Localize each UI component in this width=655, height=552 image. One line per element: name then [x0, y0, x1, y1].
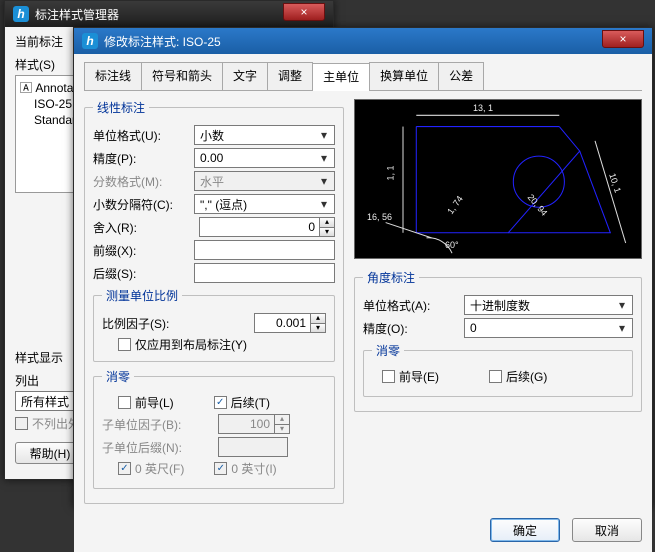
ok-button[interactable]: 确定 — [490, 518, 560, 542]
decimal-sep-select[interactable]: "," (逗点)▾ — [194, 194, 335, 214]
angle-format-label: 单位格式(A): — [363, 297, 458, 314]
suffix-input[interactable] — [194, 263, 335, 283]
sub-suffix-input — [218, 437, 288, 457]
dim-left: 1, 1 — [386, 165, 396, 180]
prefix-input[interactable] — [194, 240, 335, 260]
angle-format-select[interactable]: 十进制度数▾ — [464, 295, 633, 315]
unit-format-label: 单位格式(U): — [93, 127, 188, 144]
dim-top: 13, 1 — [473, 103, 493, 113]
prefix-label: 前缀(X): — [93, 242, 188, 259]
decimal-sep-label: 小数分隔符(C): — [93, 196, 188, 213]
tab-text[interactable]: 文字 — [222, 62, 268, 90]
tab-alternate-units[interactable]: 换算单位 — [369, 62, 439, 90]
dim-radius: 16, 56 — [367, 212, 392, 222]
parent-close-icon[interactable]: × — [283, 3, 325, 21]
suffix-label: 后缀(S): — [93, 265, 188, 282]
close-button[interactable]: × — [602, 30, 644, 48]
parent-title: 标注样式管理器 — [35, 6, 283, 23]
round-label: 舍入(R): — [93, 219, 188, 236]
inches-checkbox: 0 英寸(I) — [214, 460, 276, 477]
scale-factor-spinner[interactable]: 0.001▴▾ — [254, 313, 326, 333]
zero-linear-group: 消零 前导(L) 后续(T) 子单位因子(B): 100▴▾ 子单位后缀(N):… — [93, 368, 335, 489]
angle-trailing-checkbox[interactable]: 后续(G) — [489, 368, 547, 385]
zero-angle-group: 消零 前导(E) 后续(G) — [363, 342, 633, 397]
layout-only-checkbox[interactable]: 仅应用到布局标注(Y) — [118, 336, 326, 353]
tab-primary-units[interactable]: 主单位 — [312, 63, 370, 91]
precision-select[interactable]: 0.00▾ — [194, 148, 335, 168]
tab-fit[interactable]: 调整 — [267, 62, 313, 90]
tab-tolerances[interactable]: 公差 — [438, 62, 484, 90]
app-icon: h — [13, 6, 29, 22]
leading-checkbox[interactable]: 前导(L) — [118, 394, 174, 411]
app-icon: h — [82, 33, 98, 49]
zero-angle-legend: 消零 — [372, 342, 404, 359]
linear-legend: 线性标注 — [93, 99, 149, 116]
precision-label: 精度(P): — [93, 150, 188, 167]
sub-suffix-label: 子单位后缀(N): — [102, 439, 212, 456]
unit-format-select[interactable]: 小数▾ — [194, 125, 335, 145]
scale-factor-label: 比例因子(S): — [102, 315, 212, 332]
chevron-down-icon: ▾ — [317, 151, 331, 165]
cancel-button[interactable]: 取消 — [572, 518, 642, 542]
fraction-format-label: 分数格式(M): — [93, 173, 188, 190]
trailing-checkbox[interactable]: 后续(T) — [214, 394, 270, 411]
scale-group: 测量单位比例 比例因子(S): 0.001▴▾ 仅应用到布局标注(Y) — [93, 287, 335, 362]
fraction-format-select: 水平▾ — [194, 171, 335, 191]
round-spinner[interactable]: 0▴▾ — [199, 217, 335, 237]
chevron-down-icon: ▾ — [317, 128, 331, 142]
angle-precision-select[interactable]: 0▾ — [464, 318, 633, 338]
angle-precision-label: 精度(O): — [363, 320, 458, 337]
tab-lines[interactable]: 标注线 — [84, 62, 142, 90]
sub-factor-spinner: 100▴▾ — [218, 414, 290, 434]
linear-group: 线性标注 单位格式(U): 小数▾ 精度(P): 0.00▾ 分数格式(M): … — [84, 99, 344, 504]
angle-legend: 角度标注 — [363, 269, 419, 286]
feet-checkbox: 0 英尺(F) — [118, 460, 184, 477]
angle-leading-checkbox[interactable]: 前导(E) — [382, 368, 439, 385]
tab-strip: 标注线 符号和箭头 文字 调整 主单位 换算单位 公差 — [84, 62, 642, 91]
preview-pane: 13, 1 1, 1 10, 1 1, 74 20, 94 16, 56 60° — [354, 99, 642, 259]
angle-group: 角度标注 单位格式(A): 十进制度数▾ 精度(O): 0▾ 消零 前导(E) … — [354, 269, 642, 412]
dialog-title: 修改标注样式: ISO-25 — [104, 33, 602, 50]
chevron-down-icon: ▾ — [615, 321, 629, 335]
chevron-down-icon: ▾ — [615, 298, 629, 312]
sub-factor-label: 子单位因子(B): — [102, 416, 212, 433]
chevron-down-icon: ▾ — [317, 197, 331, 211]
dim-angle: 60° — [445, 240, 459, 250]
parent-titlebar: h 标注样式管理器 × — [5, 1, 333, 27]
zero-linear-legend: 消零 — [102, 368, 134, 385]
scale-legend: 测量单位比例 — [102, 287, 182, 304]
dialog-titlebar: h 修改标注样式: ISO-25 × — [74, 28, 652, 54]
tab-symbols[interactable]: 符号和箭头 — [141, 62, 223, 90]
